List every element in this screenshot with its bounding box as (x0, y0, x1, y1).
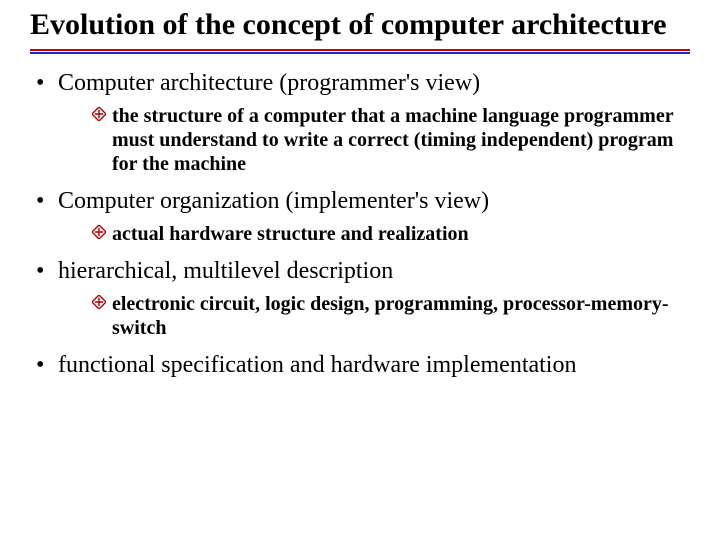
sub-bullet-text: actual hardware structure and realizatio… (112, 223, 469, 245)
sub-bullet-item: actual hardware structure and realizatio… (58, 222, 690, 246)
sub-bullet-item: the structure of a computer that a machi… (58, 104, 690, 176)
bullet-item: hierarchical, multilevel description ele… (30, 256, 690, 340)
sub-bullet-list: the structure of a computer that a machi… (58, 104, 690, 176)
bullet-item: functional specification and hardware im… (30, 350, 690, 380)
title-underline (30, 49, 690, 54)
bullet-text: functional specification and hardware im… (58, 352, 576, 378)
sub-bullet-text: the structure of a computer that a machi… (112, 105, 673, 175)
sub-bullet-list: electronic circuit, logic design, progra… (58, 292, 690, 340)
sub-bullet-text: electronic circuit, logic design, progra… (112, 293, 669, 339)
sub-bullet-list: actual hardware structure and realizatio… (58, 222, 690, 246)
bullet-text: hierarchical, multilevel description (58, 258, 393, 284)
slide: Evolution of the concept of computer arc… (0, 0, 720, 404)
bullet-item: Computer organization (implementer's vie… (30, 186, 690, 246)
bullet-list: Computer architecture (programmer's view… (30, 68, 690, 380)
bullet-text: Computer architecture (programmer's view… (58, 70, 480, 96)
sub-bullet-item: electronic circuit, logic design, progra… (58, 292, 690, 340)
bullet-text: Computer organization (implementer's vie… (58, 188, 489, 214)
slide-title: Evolution of the concept of computer arc… (30, 8, 690, 43)
bullet-item: Computer architecture (programmer's view… (30, 68, 690, 176)
